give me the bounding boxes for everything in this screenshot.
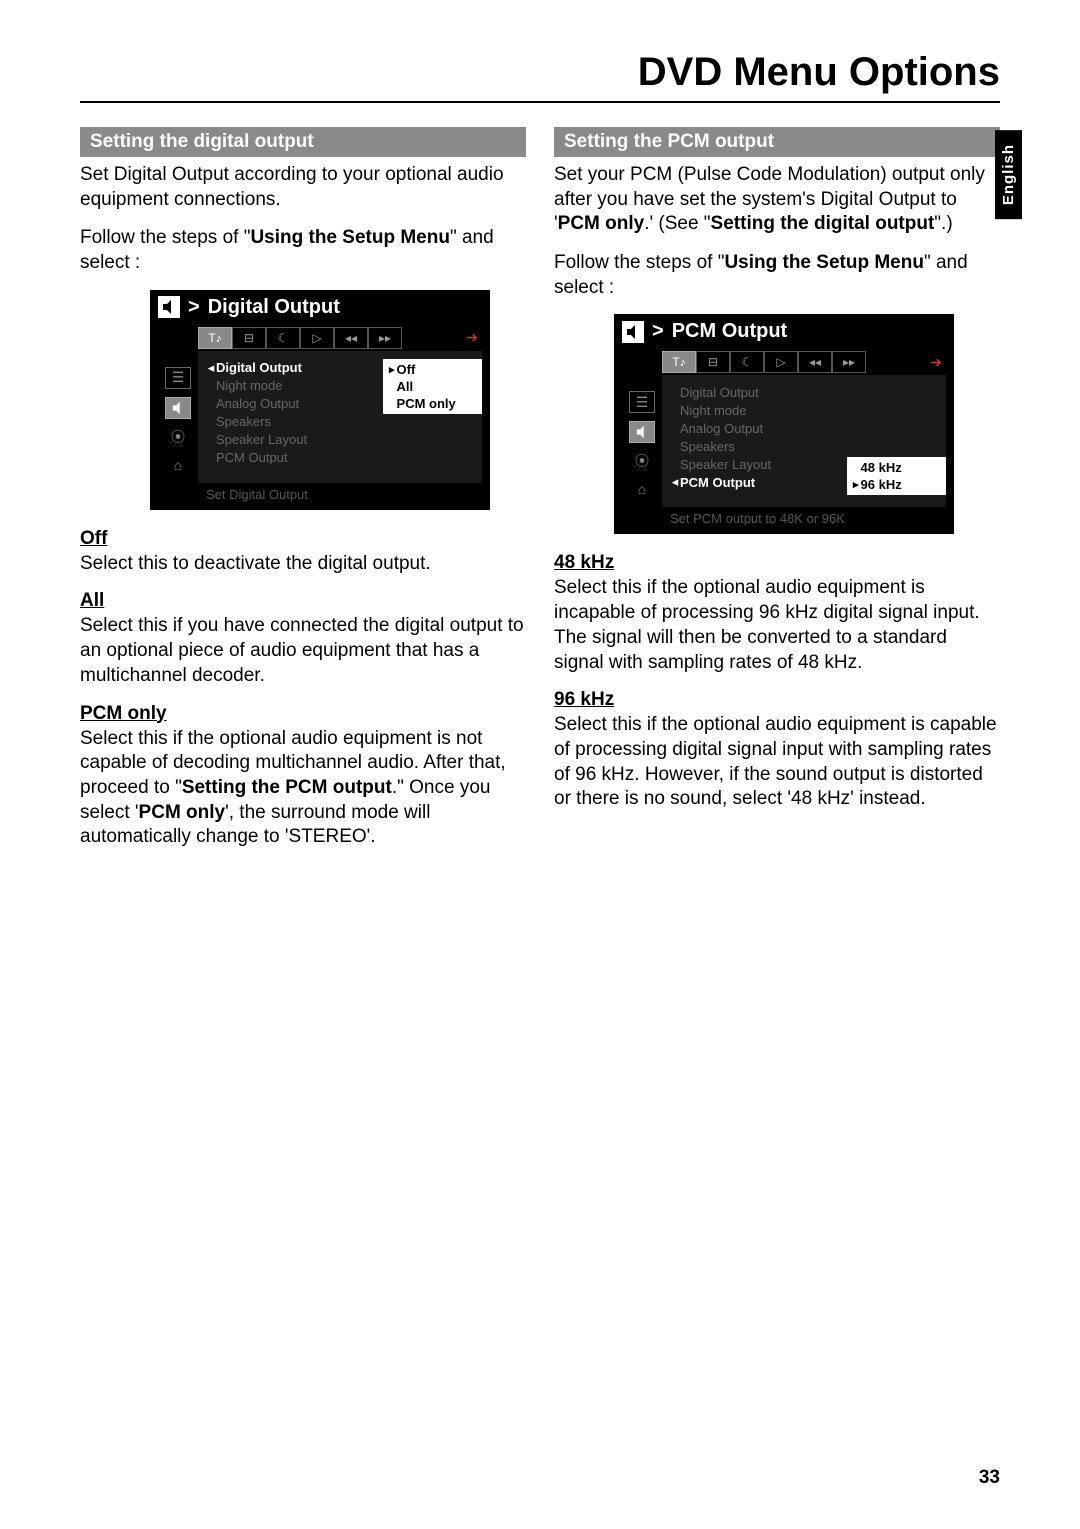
subhead-48khz: 48 kHz bbox=[554, 552, 1000, 574]
osd-menu-row[interactable]: Digital Output bbox=[670, 383, 847, 401]
page-number: 33 bbox=[979, 1467, 1000, 1489]
osd-menu-row[interactable]: Analog Output bbox=[206, 395, 383, 413]
osd-options: ▸48 kHz ▸96 kHz bbox=[847, 457, 946, 495]
osd-tab-2[interactable]: ⊟ bbox=[696, 351, 730, 373]
sb-icon-4[interactable]: ⌂ bbox=[166, 455, 190, 475]
osd-digital-output: > Digital Output T♪ ⊟ ☾ ▷ ◂◂ ▸▸ ➔ bbox=[150, 290, 490, 510]
body-all: Select this if you have connected the di… bbox=[80, 614, 526, 688]
digital-follow: Follow the steps of "Using the Setup Men… bbox=[80, 226, 526, 275]
follow-bold: Using the Setup Menu bbox=[250, 227, 450, 248]
speaker-icon bbox=[158, 296, 180, 318]
sb-icon-1[interactable]: ☰ bbox=[165, 367, 191, 389]
osd-tab-6[interactable]: ▸▸ bbox=[832, 351, 866, 373]
subhead-96khz: 96 kHz bbox=[554, 689, 1000, 711]
osd-helper-text: Set Digital Output bbox=[158, 483, 482, 502]
osd-helper-text: Set PCM output to 48K or 96K bbox=[622, 507, 946, 526]
digital-intro: Set Digital Output according to your opt… bbox=[80, 163, 526, 212]
sb-icon-2[interactable] bbox=[629, 421, 655, 443]
osd-tab-5[interactable]: ◂◂ bbox=[334, 327, 368, 349]
osd-menu-row[interactable]: ◂PCM Output bbox=[670, 473, 847, 491]
osd-menu-row[interactable]: ◂Digital Output bbox=[206, 359, 383, 377]
sb-icon-4[interactable]: ⌂ bbox=[630, 479, 654, 499]
body-pcm-only: Select this if the optional audio equipm… bbox=[80, 727, 526, 850]
section-bar-digital: Setting the digital output bbox=[80, 127, 526, 157]
osd-tab-3[interactable]: ☾ bbox=[266, 327, 300, 349]
osd-menu-row[interactable]: Speaker Layout bbox=[670, 455, 847, 473]
osd-menu-row[interactable]: Speakers bbox=[670, 437, 847, 455]
osd-menu-row[interactable]: Speaker Layout bbox=[206, 431, 383, 449]
osd-sidebar: ☰ ⦿ ⌂ bbox=[622, 375, 662, 507]
osd-title-text: PCM Output bbox=[672, 320, 788, 343]
right-column: Setting the PCM output Set your PCM (Pul… bbox=[554, 127, 1000, 864]
osd-tab-6[interactable]: ▸▸ bbox=[368, 327, 402, 349]
osd-body: T♪ ⊟ ☾ ▷ ◂◂ ▸▸ ➔ ☰ bbox=[614, 349, 954, 534]
osd-tab-5[interactable]: ◂◂ bbox=[798, 351, 832, 373]
pcm-intro: Set your PCM (Pulse Code Modulation) out… bbox=[554, 163, 1000, 237]
osd-option[interactable]: ▸Off bbox=[385, 361, 480, 378]
osd-tabbar: T♪ ⊟ ☾ ▷ ◂◂ ▸▸ ➔ bbox=[158, 325, 482, 351]
osd-tabbar: T♪ ⊟ ☾ ▷ ◂◂ ▸▸ ➔ bbox=[622, 349, 946, 375]
osd-main: ☰ ⦿ ⌂ Digital Output Night mode Analog O… bbox=[622, 375, 946, 507]
content-columns: Setting the digital output Set Digital O… bbox=[80, 127, 1000, 864]
osd-menu: Digital Output Night mode Analog Output … bbox=[662, 375, 847, 507]
osd-tab-3[interactable]: ☾ bbox=[730, 351, 764, 373]
osd-option[interactable]: ▸All bbox=[385, 378, 480, 395]
language-tab: English bbox=[995, 130, 1022, 219]
arrow-sep: > bbox=[188, 296, 200, 319]
osd-title-bar: > PCM Output bbox=[614, 314, 954, 349]
osd-option[interactable]: ▸PCM only bbox=[385, 395, 480, 412]
pcm-follow: Follow the steps of "Using the Setup Men… bbox=[554, 251, 1000, 300]
osd-option[interactable]: ▸48 kHz bbox=[849, 459, 944, 476]
left-column: Setting the digital output Set Digital O… bbox=[80, 127, 526, 864]
osd-title-bar: > Digital Output bbox=[150, 290, 490, 325]
osd-body: T♪ ⊟ ☾ ▷ ◂◂ ▸▸ ➔ ☰ bbox=[150, 325, 490, 510]
osd-menu-row[interactable]: PCM Output bbox=[206, 449, 383, 467]
osd-tab-1[interactable]: T♪ bbox=[662, 351, 696, 373]
sb-icon-3[interactable]: ⦿ bbox=[630, 451, 654, 471]
page-title: DVD Menu Options bbox=[80, 50, 1000, 95]
osd-tab-4[interactable]: ▷ bbox=[764, 351, 798, 373]
osd-option[interactable]: ▸96 kHz bbox=[849, 476, 944, 493]
subhead-all: All bbox=[80, 590, 526, 612]
section-bar-pcm: Setting the PCM output bbox=[554, 127, 1000, 157]
speaker-icon bbox=[622, 321, 644, 343]
osd-menu: ◂Digital Output Night mode Analog Output… bbox=[198, 351, 383, 483]
sb-icon-2[interactable] bbox=[165, 397, 191, 419]
osd-sidebar: ☰ ⦿ ⌂ bbox=[158, 351, 198, 483]
title-rule bbox=[80, 101, 1000, 103]
sb-icon-3[interactable]: ⦿ bbox=[166, 427, 190, 447]
follow-pre: Follow the steps of " bbox=[80, 227, 250, 248]
osd-tab-4[interactable]: ▷ bbox=[300, 327, 334, 349]
osd-title-text: Digital Output bbox=[208, 296, 340, 319]
osd-menu-row[interactable]: Analog Output bbox=[670, 419, 847, 437]
sb-icon-1[interactable]: ☰ bbox=[629, 391, 655, 413]
body-48khz: Select this if the optional audio equipm… bbox=[554, 576, 1000, 675]
arrow-sep: > bbox=[652, 320, 664, 343]
osd-arrow-icon: ➔ bbox=[466, 329, 482, 346]
subhead-pcm-only: PCM only bbox=[80, 703, 526, 725]
osd-options: ▸Off ▸All ▸PCM only bbox=[383, 359, 482, 414]
osd-menu-row[interactable]: Night mode bbox=[670, 401, 847, 419]
body-96khz: Select this if the optional audio equipm… bbox=[554, 713, 1000, 812]
osd-pcm-output: > PCM Output T♪ ⊟ ☾ ▷ ◂◂ ▸▸ ➔ bbox=[614, 314, 954, 534]
osd-arrow-icon: ➔ bbox=[930, 354, 946, 371]
osd-menu-row[interactable]: Night mode bbox=[206, 377, 383, 395]
osd-tab-2[interactable]: ⊟ bbox=[232, 327, 266, 349]
subhead-off: Off bbox=[80, 528, 526, 550]
osd-menu-row[interactable]: Speakers bbox=[206, 413, 383, 431]
body-off: Select this to deactivate the digital ou… bbox=[80, 552, 526, 577]
osd-main: ☰ ⦿ ⌂ ◂Digital Output Night mode Analog … bbox=[158, 351, 482, 483]
osd-tab-1[interactable]: T♪ bbox=[198, 327, 232, 349]
